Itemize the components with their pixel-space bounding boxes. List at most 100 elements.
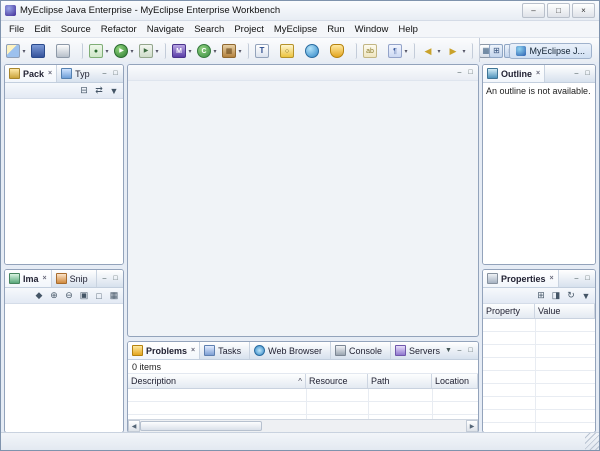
new-myeclipse-wizard-button[interactable]: M ▾	[171, 43, 194, 59]
minimize-view-icon[interactable]: –	[572, 70, 581, 77]
minimize-view-icon[interactable]: –	[100, 70, 109, 77]
menu-item[interactable]: Window	[350, 23, 394, 36]
menu-item[interactable]: Refactor	[96, 23, 142, 36]
save-button[interactable]	[30, 43, 53, 59]
zoom-out-icon[interactable]: ⊖	[63, 290, 75, 302]
tab-image-preview[interactable]: Ima ×	[5, 270, 52, 287]
collapse-all-icon[interactable]: ⊟	[78, 85, 90, 97]
database-explorer-button[interactable]	[329, 43, 357, 59]
minimize-button[interactable]: –	[522, 3, 545, 18]
fit-window-icon[interactable]: □	[93, 290, 105, 302]
image-preview-area[interactable]	[5, 304, 123, 432]
link-with-editor-icon[interactable]: ⇄	[93, 85, 105, 97]
open-type-button[interactable]: T	[254, 43, 277, 59]
actual-size-icon[interactable]: ▣	[78, 290, 90, 302]
properties-table-body[interactable]	[483, 319, 595, 432]
dropdown-arrow-icon: ▾	[212, 48, 218, 55]
scrollbar-thumb[interactable]	[140, 421, 262, 431]
menu-item[interactable]: Project	[229, 23, 269, 36]
debug-button[interactable]: ● ▾	[88, 43, 111, 59]
maximize-view-icon[interactable]: □	[583, 275, 592, 282]
menu-item[interactable]: Edit	[29, 23, 55, 36]
tab-problems[interactable]: Problems ×	[128, 342, 200, 359]
tab-outline[interactable]: Outline ×	[483, 65, 545, 82]
tab-close-icon[interactable]: ×	[43, 275, 47, 282]
tab-snippets[interactable]: Snip	[52, 270, 97, 287]
palette-icon[interactable]: ◆	[33, 290, 45, 302]
search-button[interactable]: ○	[279, 43, 302, 59]
scrollbar-track[interactable]	[262, 420, 466, 432]
main-toolbar: ▾ ● ▾ ▶ ▾	[1, 38, 599, 65]
problems-table-body[interactable]	[128, 389, 478, 419]
run-button[interactable]: ▶ ▾	[113, 43, 136, 59]
tab-close-icon[interactable]: ×	[536, 70, 540, 77]
grid-icon[interactable]: ▦	[108, 290, 120, 302]
view-menu-icon[interactable]: ▼	[444, 347, 453, 354]
tab-web-browser[interactable]: Web Browser	[250, 342, 331, 359]
open-type-icon: T	[255, 44, 269, 58]
menu-item[interactable]: Help	[393, 23, 423, 36]
new-package-button[interactable]: ▦ ▾	[221, 43, 249, 59]
maximize-view-icon[interactable]: □	[466, 69, 475, 76]
tab-close-icon[interactable]: ×	[48, 70, 52, 77]
new-class-button[interactable]: C ▾	[196, 43, 219, 59]
column-header[interactable]: Resource	[306, 374, 368, 388]
resize-grip[interactable]	[585, 433, 599, 450]
back-button[interactable]: ◀ ▾	[420, 43, 443, 59]
problems-count: 0 items	[128, 360, 478, 374]
menu-item[interactable]: File	[4, 23, 29, 36]
restore-default-icon[interactable]: ↻	[565, 290, 577, 302]
mark-occurrences-button[interactable]: ab	[362, 43, 385, 59]
new-wizard-button[interactable]: ▾	[5, 43, 28, 59]
external-tools-button[interactable]: ▶ ▾	[138, 43, 166, 59]
web-browser-button[interactable]	[304, 43, 327, 59]
tab-label: Console	[349, 346, 382, 356]
package-explorer-tree[interactable]	[5, 99, 123, 264]
minimize-view-icon[interactable]: –	[455, 69, 464, 76]
tab-type-hierarchy[interactable]: Typ	[57, 65, 97, 82]
print-button[interactable]	[55, 43, 83, 59]
annotations-button[interactable]: ¶ ▾	[387, 43, 415, 59]
image-panel-corner: – □	[97, 270, 123, 287]
tab-properties[interactable]: Properties ×	[483, 270, 559, 287]
tab-tasks[interactable]: Tasks	[200, 342, 250, 359]
pack-panel-header: Pack × Typ – □	[5, 65, 123, 83]
maximize-view-icon[interactable]: □	[111, 70, 120, 77]
minimize-view-icon[interactable]: –	[455, 347, 464, 354]
column-header[interactable]: Location	[432, 374, 478, 388]
column-header[interactable]: Property	[483, 304, 535, 318]
view-menu-icon[interactable]: ▼	[580, 290, 592, 302]
menu-item[interactable]: Source	[56, 23, 96, 36]
open-perspective-button[interactable]: ⊞	[488, 43, 504, 59]
app-logo-icon	[5, 5, 16, 16]
column-header[interactable]: Description ^	[128, 374, 306, 388]
minimize-view-icon[interactable]: –	[100, 275, 109, 282]
tab-close-icon[interactable]: ×	[550, 275, 554, 282]
tab-servers[interactable]: Servers	[391, 342, 441, 359]
menu-item[interactable]: Search	[189, 23, 229, 36]
show-advanced-icon[interactable]: ◨	[550, 290, 562, 302]
minimize-view-icon[interactable]: –	[572, 275, 581, 282]
window-controls: – □ ×	[522, 3, 595, 18]
close-button[interactable]: ×	[572, 3, 595, 18]
menu-item[interactable]: Run	[322, 23, 349, 36]
show-categories-icon[interactable]: ⊞	[535, 290, 547, 302]
zoom-in-icon[interactable]: ⊕	[48, 290, 60, 302]
perspective-myeclipse-tab[interactable]: MyEclipse J...	[509, 43, 592, 59]
maximize-view-icon[interactable]: □	[111, 275, 120, 282]
column-header[interactable]: Path	[368, 374, 432, 388]
tab-console[interactable]: Console	[331, 342, 391, 359]
maximize-view-icon[interactable]: □	[583, 70, 592, 77]
image-icon	[9, 273, 20, 284]
column-header[interactable]: Value	[535, 304, 595, 318]
forward-button[interactable]: ▶ ▾	[445, 43, 473, 59]
tab-package-explorer[interactable]: Pack ×	[5, 65, 57, 82]
scroll-right-icon[interactable]: ▶	[466, 420, 478, 432]
maximize-button[interactable]: □	[547, 3, 570, 18]
view-menu-icon[interactable]: ▼	[108, 85, 120, 97]
tab-close-icon[interactable]: ×	[191, 347, 195, 354]
maximize-view-icon[interactable]: □	[466, 347, 475, 354]
menu-item[interactable]: MyEclipse	[269, 23, 322, 36]
menu-item[interactable]: Navigate	[142, 23, 190, 36]
scroll-left-icon[interactable]: ◀	[128, 420, 140, 432]
